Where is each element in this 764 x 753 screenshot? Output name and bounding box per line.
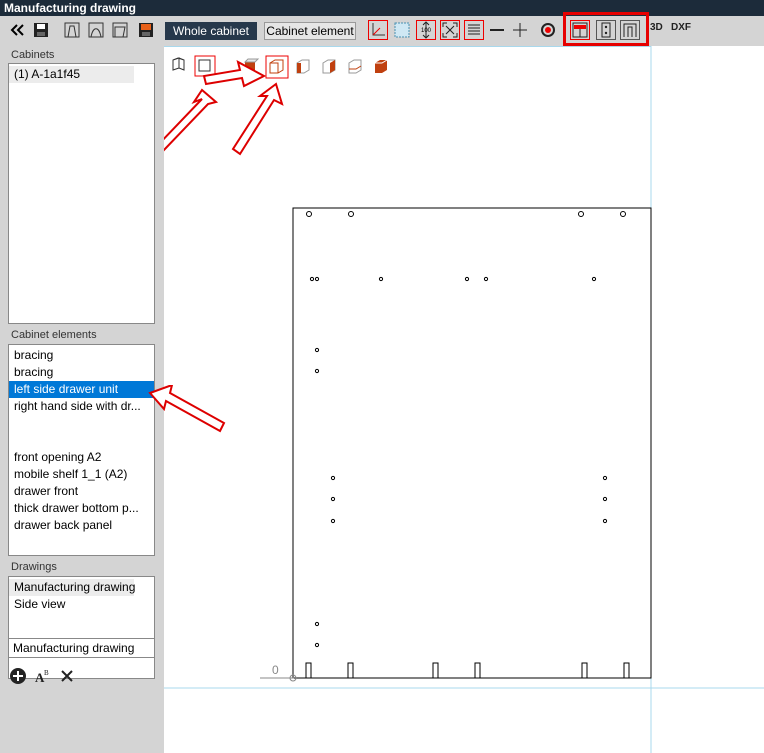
fit-icon[interactable] <box>440 20 460 40</box>
panel-outline <box>292 207 652 679</box>
dxf-button[interactable]: DXF <box>671 22 691 33</box>
profile-b-icon[interactable] <box>86 20 106 40</box>
save-color-icon[interactable] <box>136 20 156 40</box>
cabinets-label: Cabinets <box>11 49 55 61</box>
front-view-icon[interactable] <box>198 59 211 72</box>
list-item[interactable] <box>9 415 154 432</box>
tab-whole-cabinet[interactable]: Whole cabinet <box>165 22 257 40</box>
drawer-side-view-icon[interactable] <box>596 20 616 40</box>
iso-view-icon[interactable] <box>172 57 185 71</box>
window-title: Manufacturing drawing <box>0 0 764 16</box>
add-icon[interactable] <box>8 666 28 686</box>
svg-text:B: B <box>44 669 49 677</box>
view-left-icon[interactable] <box>296 59 310 74</box>
list-item[interactable]: front opening A2 <box>9 449 154 466</box>
dimension-100-icon[interactable]: 100 <box>416 20 436 40</box>
profile-c-icon[interactable] <box>110 20 130 40</box>
sidebar: Cabinets (1) A-1a1f45 Cabinet elements b… <box>0 46 164 753</box>
cabinet-elements-list[interactable]: bracing bracing left side drawer unit ri… <box>8 344 155 556</box>
list-item[interactable]: thick drawer bottom p... <box>9 500 154 517</box>
view-right-icon[interactable] <box>322 59 336 74</box>
arrow-annotation <box>164 88 219 152</box>
view-bottom-icon[interactable] <box>375 59 388 73</box>
cabinets-list[interactable]: (1) A-1a1f45 <box>8 63 155 324</box>
list-item[interactable]: Side view <box>9 596 154 613</box>
line-icon[interactable] <box>487 20 507 40</box>
target-icon[interactable] <box>538 20 558 40</box>
3d-button[interactable]: 3D <box>650 22 663 33</box>
list-item[interactable]: Manufacturing drawing <box>9 579 135 596</box>
tab-cabinet-element[interactable]: Cabinet element <box>264 22 356 40</box>
drawer-unit-view-icon[interactable] <box>620 20 640 40</box>
list-item[interactable]: (1) A-1a1f45 <box>9 66 134 83</box>
drawer-front-view-icon[interactable] <box>570 20 590 40</box>
list-item[interactable]: bracing <box>9 364 154 381</box>
hatch-icon[interactable] <box>464 20 484 40</box>
rename-icon[interactable]: AB <box>33 666 53 686</box>
collapse-icon[interactable] <box>7 20 27 40</box>
list-item[interactable]: left side drawer unit <box>9 381 154 398</box>
toolbar: Whole cabinet Cabinet element 100 3D DXF <box>0 12 764 46</box>
list-item[interactable]: drawer back panel <box>9 517 154 534</box>
view-cube-icon[interactable] <box>269 59 284 74</box>
list-item[interactable]: drawer front <box>9 483 154 500</box>
list-item[interactable] <box>9 432 154 449</box>
drawing-canvas[interactable]: 0 <box>164 46 764 753</box>
list-item[interactable]: bracing <box>9 347 154 364</box>
corner-icon[interactable] <box>368 20 388 40</box>
drawings-list[interactable]: Manufacturing drawing Side view <box>8 576 155 679</box>
view-back-icon[interactable] <box>348 59 362 74</box>
profile-a-icon[interactable] <box>62 20 82 40</box>
origin-label: 0 <box>272 663 279 677</box>
dimension-label: 100 <box>421 28 432 34</box>
list-item[interactable]: right hand side with dr... <box>9 398 154 415</box>
save-icon[interactable] <box>31 20 51 40</box>
drawing-name-field[interactable]: Manufacturing drawing <box>8 638 155 658</box>
arrow-annotation <box>148 385 226 433</box>
arrow-annotation <box>231 82 284 156</box>
list-item[interactable]: mobile shelf 1_1 (A2) <box>9 466 154 483</box>
drawings-label: Drawings <box>11 561 57 573</box>
delete-icon[interactable] <box>57 666 77 686</box>
grid-icon[interactable] <box>392 20 412 40</box>
cross-icon[interactable] <box>510 20 530 40</box>
cabinet-elements-label: Cabinet elements <box>11 329 97 341</box>
